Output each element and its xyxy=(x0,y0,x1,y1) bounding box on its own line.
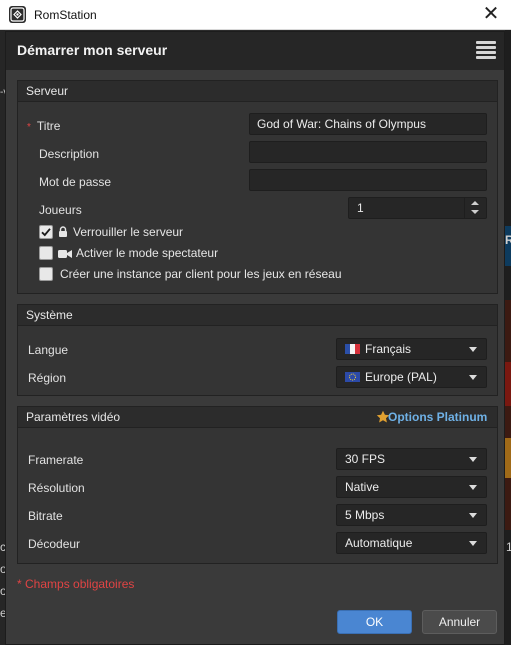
chevron-down-icon xyxy=(469,485,477,490)
ok-button[interactable]: OK xyxy=(337,610,412,634)
romstation-logo-icon xyxy=(9,6,26,23)
chevron-down-icon xyxy=(469,457,477,462)
decoder-select[interactable]: Automatique xyxy=(336,532,487,554)
window-title: RomStation xyxy=(34,8,97,22)
platinum-options-link[interactable]: Options Platinum xyxy=(388,410,487,424)
lock-icon xyxy=(59,226,67,237)
background-text: 1 xyxy=(506,540,511,554)
server-menu-icon[interactable] xyxy=(476,41,496,59)
players-value: 1 xyxy=(357,201,364,215)
title-label: Titre xyxy=(36,119,61,133)
resolution-select[interactable]: Native xyxy=(336,476,487,498)
decoder-label: Décodeur xyxy=(28,537,81,551)
server-group: Serveur * Titre God of War: Chains of Oly… xyxy=(17,80,498,294)
spectator-checkbox[interactable] xyxy=(39,246,53,260)
lock-server-checkbox[interactable] xyxy=(39,225,53,239)
decrement-arrow-icon[interactable] xyxy=(471,210,479,214)
start-server-dialog: Démarrer mon serveur Serveur * Titre God … xyxy=(5,31,505,645)
background-thumbnail xyxy=(505,300,511,530)
resolution-label: Résolution xyxy=(28,481,85,495)
system-group: Système Langue Français Région Europe (P… xyxy=(17,304,498,396)
players-stepper-buttons xyxy=(464,198,486,218)
decoder-value: Automatique xyxy=(345,536,413,550)
window-titlebar: RomStation ✕ xyxy=(0,0,511,30)
system-group-title: Système xyxy=(18,305,497,326)
instance-label: Créer une instance par client pour les j… xyxy=(60,267,342,281)
framerate-select[interactable]: 30 FPS xyxy=(336,448,487,470)
increment-arrow-icon[interactable] xyxy=(471,201,479,205)
required-asterisk: * xyxy=(27,122,31,133)
language-label: Langue xyxy=(28,343,69,357)
camera-icon xyxy=(58,250,72,258)
bitrate-label: Bitrate xyxy=(28,509,63,523)
spectator-label: Activer le mode spectateur xyxy=(76,246,219,260)
background-text: R xyxy=(505,233,511,247)
lock-server-label: Verrouiller le serveur xyxy=(73,225,184,239)
france-flag-icon xyxy=(345,344,360,354)
title-label-row: * Titre xyxy=(27,119,60,133)
dialog-header: Démarrer mon serveur xyxy=(6,32,504,70)
video-group: Paramètres vidéo Options Platinum Framer… xyxy=(17,406,498,564)
chevron-down-icon xyxy=(469,541,477,546)
spectator-option[interactable]: Activer le mode spectateur xyxy=(39,245,339,262)
framerate-label: Framerate xyxy=(28,453,84,467)
server-group-title: Serveur xyxy=(18,81,497,102)
eu-flag-icon xyxy=(345,372,360,382)
password-label: Mot de passe xyxy=(39,175,112,189)
resolution-value: Native xyxy=(345,480,380,494)
chevron-down-icon xyxy=(469,375,477,380)
background-thumbnail xyxy=(505,438,511,478)
description-input[interactable] xyxy=(249,141,487,163)
framerate-value: 30 FPS xyxy=(345,452,386,466)
password-input[interactable] xyxy=(249,169,487,191)
required-fields-note: * Champs obligatoires xyxy=(17,577,135,591)
chevron-down-icon xyxy=(469,513,477,518)
language-select[interactable]: Français xyxy=(336,338,487,360)
chevron-down-icon xyxy=(469,347,477,352)
instance-checkbox[interactable] xyxy=(39,267,53,281)
description-label: Description xyxy=(39,147,100,161)
bitrate-value: 5 Mbps xyxy=(345,508,385,522)
players-stepper[interactable]: 1 xyxy=(348,197,487,219)
region-label: Région xyxy=(28,371,67,385)
dialog-title: Démarrer mon serveur xyxy=(17,42,168,58)
cancel-button[interactable]: Annuler xyxy=(422,610,497,634)
window-close-button[interactable]: ✕ xyxy=(479,3,503,25)
title-input[interactable]: God of War: Chains of Olympus xyxy=(249,113,487,135)
bitrate-select[interactable]: 5 Mbps xyxy=(336,504,487,526)
region-value: Europe (PAL) xyxy=(365,370,437,384)
players-label: Joueurs xyxy=(39,203,82,217)
region-select[interactable]: Europe (PAL) xyxy=(336,366,487,388)
checkmark-icon xyxy=(41,228,51,237)
language-value: Français xyxy=(365,342,412,356)
background-thumbnail xyxy=(505,362,511,406)
lock-server-option[interactable]: Verrouiller le serveur xyxy=(39,224,339,241)
instance-option[interactable]: Créer une instance par client pour les j… xyxy=(39,266,369,283)
